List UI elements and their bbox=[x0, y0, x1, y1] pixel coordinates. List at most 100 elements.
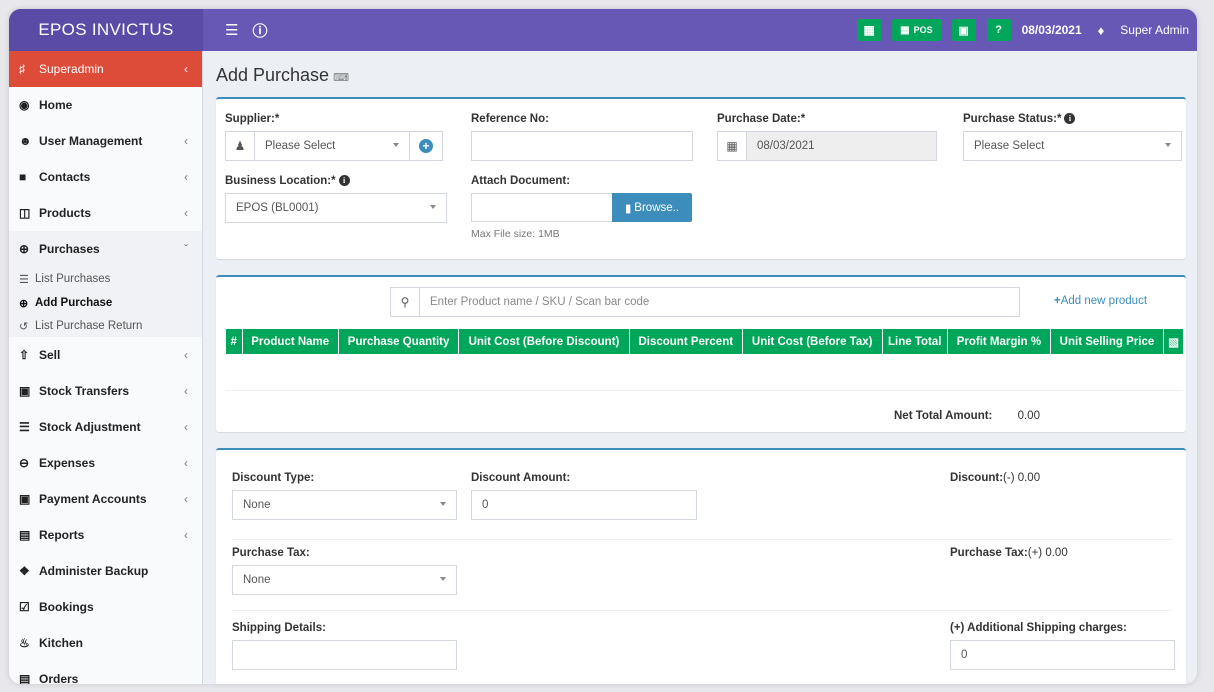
dashboard-icon: ◉ bbox=[19, 98, 30, 112]
chevron-left-icon: ‹ bbox=[184, 62, 188, 76]
sidebar-item-expenses[interactable]: ⊖ Expenses ‹ bbox=[9, 445, 202, 481]
sidebar-item-user-management[interactable]: ☻ User Management ‹ bbox=[9, 123, 202, 159]
business-location-select[interactable]: EPOS (BL0001) bbox=[225, 193, 447, 223]
section-divider bbox=[232, 539, 1172, 540]
sidebar-item-kitchen[interactable]: ♨ Kitchen bbox=[9, 625, 202, 661]
user-menu[interactable]: Super Admin bbox=[1120, 23, 1189, 37]
purchase-tax-summary-value: (+) 0.00 bbox=[1027, 547, 1068, 559]
pos-label: POS bbox=[913, 25, 933, 35]
purchases-menu: ⊕ Purchases ˇ ☰ List Purchases ⊕ Add Pur… bbox=[9, 231, 202, 337]
purchase-tax-summary-label: Purchase Tax: bbox=[950, 547, 1028, 559]
sidebar-item-stock-adjustment[interactable]: ☰ Stock Adjustment ‹ bbox=[9, 409, 202, 445]
sidebar-subitem-list-purchases[interactable]: ☰ List Purchases bbox=[9, 267, 202, 291]
discount-type-select[interactable]: None bbox=[232, 490, 457, 520]
shipping-charges-input[interactable]: 0 bbox=[950, 640, 1175, 670]
sidebar-subitem-list-purchase-return[interactable]: ↺ List Purchase Return bbox=[9, 315, 202, 337]
shipping-details-input[interactable] bbox=[232, 640, 457, 670]
column-header: Unit Cost (Before Discount) bbox=[458, 329, 630, 354]
cash-button[interactable]: ▣ bbox=[951, 19, 976, 41]
sidebar-item-superadmin[interactable]: ♯ Superadmin ‹ bbox=[9, 51, 202, 87]
address-book-icon: ■ bbox=[19, 170, 27, 184]
product-search-input[interactable]: Enter Product name / SKU / Scan bar code bbox=[419, 287, 1020, 317]
plus-circle-icon: ⊕ bbox=[19, 297, 29, 310]
sidebar-subitem-add-purchase[interactable]: ⊕ Add Purchase bbox=[9, 291, 202, 315]
reference-input[interactable] bbox=[471, 131, 693, 161]
purchase-date-input[interactable]: 08/03/2021 bbox=[746, 131, 937, 161]
table-header-row: # Product Name Purchase Quantity Unit Co… bbox=[226, 329, 1183, 354]
sidebar-item-purchases[interactable]: ⊕ Purchases ˇ bbox=[9, 231, 202, 267]
trash-icon[interactable]: ▧ bbox=[1163, 329, 1183, 354]
keyboard-icon[interactable]: ⌨ bbox=[333, 72, 349, 84]
info-icon[interactable]: i bbox=[1064, 113, 1076, 124]
sidebar-item-label: Kitchen bbox=[39, 636, 84, 650]
purchase-tax-value: None bbox=[243, 574, 271, 586]
sidebar-subitem-label: List Purchase Return bbox=[35, 320, 143, 332]
purchase-tax-summary: Purchase Tax:(+) 0.00 bbox=[950, 547, 1068, 559]
chevron-left-icon: ‹ bbox=[184, 170, 188, 184]
sidebar-item-label: Contacts bbox=[39, 170, 91, 184]
discount-amount-input[interactable]: 0 bbox=[471, 490, 697, 520]
purchase-tax-label: Purchase Tax: bbox=[232, 547, 310, 559]
folder-open-icon: ▮ bbox=[624, 202, 632, 215]
sidebar-item-label: Expenses bbox=[39, 456, 96, 470]
sidebar-item-home[interactable]: ◉ Home bbox=[9, 87, 202, 123]
chevron-left-icon: ‹ bbox=[184, 206, 188, 220]
column-header: Discount Percent bbox=[629, 329, 743, 354]
products-box: ⚲ Enter Product name / SKU / Scan bar co… bbox=[216, 275, 1186, 432]
brand-logo[interactable]: EPOS INVICTUS bbox=[9, 9, 203, 51]
list-icon: ☰ bbox=[19, 273, 29, 286]
sidebar-item-payment-accounts[interactable]: ▣ Payment Accounts ‹ bbox=[9, 481, 202, 517]
business-location-value: EPOS (BL0001) bbox=[236, 202, 319, 214]
sidebar: ♯ Superadmin ‹ ◉ Home ☻ User Management … bbox=[9, 51, 203, 684]
sidebar-item-orders[interactable]: ▤ Orders bbox=[9, 661, 202, 684]
max-file-size-help: Max File size: 1MB bbox=[471, 228, 560, 240]
sidebar-item-reports[interactable]: ▤ Reports ‹ bbox=[9, 517, 202, 553]
supplier-select[interactable]: Please Select bbox=[254, 131, 410, 161]
net-total-value: 0.00 bbox=[1017, 410, 1040, 422]
page-title: Add Purchase ⌨ bbox=[216, 65, 349, 86]
browse-button[interactable]: ▮ Browse.. bbox=[612, 193, 692, 222]
sidebar-item-label: Stock Adjustment bbox=[39, 420, 141, 434]
sidebar-item-label: Orders bbox=[39, 672, 79, 684]
help-button[interactable]: ? bbox=[986, 19, 1011, 41]
bell-icon[interactable]: ♦ bbox=[1098, 23, 1105, 38]
info-icon[interactable]: ⓘ bbox=[252, 20, 267, 41]
calendar-check-icon: ☑ bbox=[19, 600, 30, 614]
minus-circle-icon: ⊖ bbox=[19, 456, 30, 470]
browse-label: Browse.. bbox=[634, 201, 680, 214]
reference-label: Reference No: bbox=[471, 113, 549, 125]
question-icon: ? bbox=[995, 24, 1002, 36]
purchase-tax-select[interactable]: None bbox=[232, 565, 457, 595]
add-supplier-button[interactable]: + bbox=[409, 131, 443, 161]
column-header: Unit Selling Price bbox=[1050, 329, 1165, 354]
sidebar-item-label: Administer Backup bbox=[39, 564, 149, 578]
plus-circle-icon: ⊕ bbox=[19, 242, 30, 256]
pos-button[interactable]: ▦ POS bbox=[892, 19, 941, 41]
hamburger-icon[interactable]: ☰ bbox=[225, 21, 238, 39]
sidebar-item-label: Home bbox=[39, 98, 73, 112]
sidebar-item-products[interactable]: ◫ Products ‹ bbox=[9, 195, 202, 231]
add-new-product-link[interactable]: +Add new product bbox=[1054, 295, 1147, 307]
totals-box: Discount Type: None Discount Amount: 0 D… bbox=[216, 448, 1186, 684]
sidebar-item-bookings[interactable]: ☑ Bookings bbox=[9, 589, 202, 625]
purchase-status-select[interactable]: Please Select bbox=[963, 131, 1182, 161]
sidebar-item-label: Reports bbox=[39, 528, 85, 542]
sidebar-item-contacts[interactable]: ■ Contacts ‹ bbox=[9, 159, 202, 195]
info-icon[interactable]: i bbox=[338, 175, 350, 186]
cash-icon: ▣ bbox=[958, 24, 969, 37]
fire-icon: ♨ bbox=[19, 636, 30, 650]
plus-icon: + bbox=[1054, 295, 1061, 307]
sidebar-item-stock-transfers[interactable]: ▣ Stock Transfers ‹ bbox=[9, 373, 202, 409]
business-location-label: Business Location:* i bbox=[225, 175, 350, 187]
calculator-button[interactable]: ▦ bbox=[857, 19, 882, 41]
page-title-text: Add Purchase bbox=[216, 65, 330, 85]
shipping-charges-value: 0 bbox=[961, 649, 968, 661]
chevron-left-icon: ‹ bbox=[184, 134, 188, 148]
purchase-date-value: 08/03/2021 bbox=[757, 140, 815, 152]
bank-icon: ♯ bbox=[19, 62, 25, 76]
sidebar-subitem-label: List Purchases bbox=[35, 273, 111, 285]
sidebar-item-sell[interactable]: ⇧ Sell ‹ bbox=[9, 337, 202, 373]
attach-document-input[interactable] bbox=[471, 193, 613, 222]
topbar-right: ▦ ▦ POS ▣ ? 08/03/2021 ♦ Super Admin bbox=[857, 9, 1197, 51]
sidebar-item-administer-backup[interactable]: ❖ Administer Backup bbox=[9, 553, 202, 589]
